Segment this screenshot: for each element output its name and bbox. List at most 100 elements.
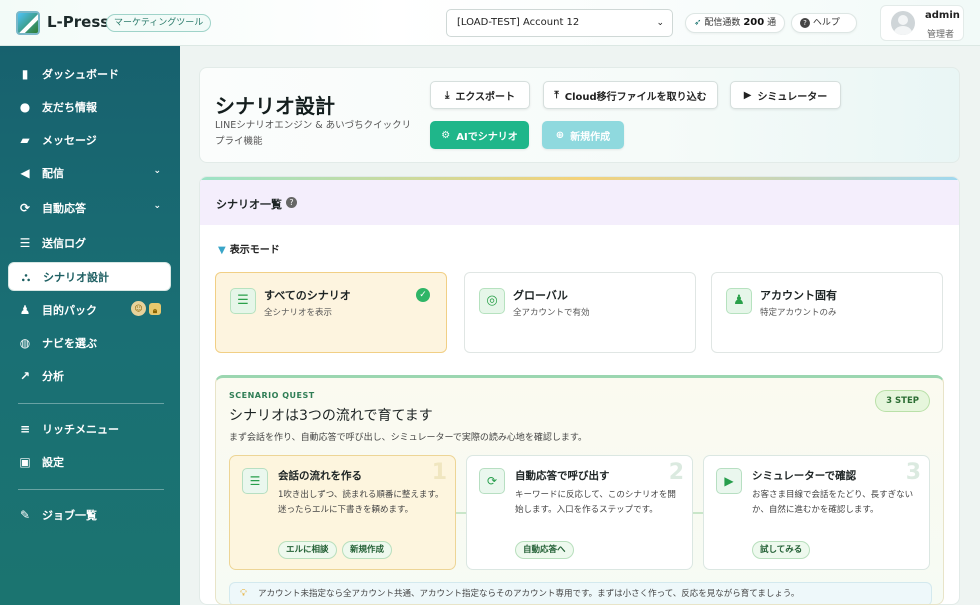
help-label: ヘルプ	[812, 18, 840, 28]
megaphone-icon: ◀	[20, 165, 30, 180]
sidebar-item-rich-menu[interactable]: ≡ リッチメニュー	[8, 414, 171, 443]
mode-desc: 全シナリオを表示	[264, 308, 333, 318]
export-button[interactable]: ⤓ エクスポート	[430, 81, 530, 109]
gear-icon: ⚙	[441, 129, 451, 141]
simulator-button[interactable]: ▶ シミュレーター	[730, 81, 841, 109]
mode-account-specific[interactable]: ♟ アカウント固有 特定アカウントのみ	[711, 272, 943, 353]
send-icon: ➶	[694, 18, 702, 28]
sidebar-item-label: ナビを選ぶ	[42, 336, 97, 350]
sidebar-item-jobs[interactable]: ✎ ジョブ一覧	[8, 500, 171, 529]
new-scenario-chip[interactable]: 新規作成	[342, 541, 393, 559]
sidebar-item-label: シナリオ設計	[43, 270, 109, 284]
sidebar-divider	[18, 403, 164, 404]
sidebar-item-label: 自動応答	[42, 201, 86, 215]
brand-name[interactable]: L-Press	[47, 13, 109, 31]
sidebar-item-label: 設定	[42, 455, 64, 469]
sidebar-item-label: 送信ログ	[42, 236, 86, 250]
sidebar-item-dashboard[interactable]: ▮ ダッシュボード	[8, 59, 171, 88]
user-menu[interactable]: admin 管理者	[880, 5, 964, 41]
new-scenario-button[interactable]: ⊕ 新規作成	[542, 121, 624, 149]
user-icon: ♟	[726, 288, 752, 314]
sync-icon: ⟳	[479, 468, 505, 494]
upload-icon: ⤒	[554, 89, 559, 101]
scenario-quest-panel: SCENARIO QUEST シナリオは3つの流れで育てます まず会話を作り、自…	[215, 375, 944, 605]
sidebar-item-label: ジョブ一覧	[42, 508, 97, 522]
step-title: 自動応答で呼び出す	[515, 470, 610, 482]
page-subtitle: LINEシナリオエンジン & あいづちクイックリプライ機能	[215, 120, 412, 147]
filter-icon: ▼	[218, 245, 226, 256]
sitemap-icon: ⛬	[21, 269, 31, 284]
ai-scenario-button[interactable]: ⚙ AIでシナリオ	[430, 121, 529, 149]
step-card-1: ☰ 会話の流れを作る 1 1吹き出しずつ、読まれる順番に整えます。迷ったらエルに…	[229, 455, 456, 570]
import-cloud-button[interactable]: ⤒ Cloud移行ファイルを取り込む	[543, 81, 718, 109]
user-name: admin	[925, 10, 960, 21]
mode-title: すべてのシナリオ	[264, 289, 351, 302]
try-simulator-button[interactable]: 試してみる	[752, 541, 811, 559]
sidebar-divider	[18, 489, 164, 490]
chat-icon: ▰	[20, 132, 30, 147]
sidebar-item-auto-reply[interactable]: ⟳ 自動応答 ⌄	[8, 193, 171, 222]
play-icon: ▶	[743, 89, 752, 101]
mode-global[interactable]: ◎ グローバル 全アカウントで有効	[464, 272, 696, 353]
top-bar: L-Press マーケティングツール [LOAD-TEST] Account 1…	[0, 0, 980, 46]
play-icon: ▶	[716, 468, 742, 494]
sidebar-item-label: 分析	[42, 369, 64, 383]
quest-title: シナリオは3つの流れで育てます	[229, 408, 433, 424]
sidebar-item-friends[interactable]: ● 友だち情報	[8, 92, 171, 121]
sidebar-item-choose-navi[interactable]: ◍ ナビを選ぶ	[8, 328, 171, 357]
step-title: 会話の流れを作る	[278, 470, 362, 482]
export-label: エクスポート	[455, 91, 516, 103]
sidebar-item-label: 目的パック	[42, 303, 97, 317]
bar-chart-icon: ▮	[21, 66, 29, 81]
sidebar-item-delivery[interactable]: ◀ 配信 ⌄	[8, 158, 171, 187]
question-icon[interactable]: ?	[286, 197, 297, 208]
sidebar-item-label: メッセージ	[42, 133, 97, 147]
display-mode-label: ▼ 表示モード	[218, 241, 280, 256]
delivery-count-badge: ➶ 配信通数 200 通	[685, 13, 786, 33]
account-select-value: [LOAD-TEST] Account 12	[457, 17, 580, 28]
ai-label: AIでシナリオ	[456, 131, 518, 143]
sidebar-item-purpose-pack[interactable]: ♟ 目的パック ☺ 🔒︎	[8, 295, 171, 324]
person-icon: ♟	[19, 302, 31, 317]
mode-all-scenarios[interactable]: ☰ すべてのシナリオ 全シナリオを表示 ✓	[215, 272, 447, 353]
check-icon: ✓	[416, 288, 430, 302]
sidebar-item-scenario-design[interactable]: ⛬ シナリオ設計	[8, 262, 171, 291]
simulator-label: シミュレーター	[757, 91, 828, 103]
help-button[interactable]: ? ヘルプ	[791, 13, 857, 33]
chevron-down-icon: ⌄	[153, 201, 161, 211]
step-title: シミュレーターで確認	[752, 470, 857, 482]
sidebar-item-messages[interactable]: ▰ メッセージ	[8, 125, 171, 154]
new-label: 新規作成	[570, 131, 611, 143]
quest-kicker: SCENARIO QUEST	[229, 391, 315, 400]
users-icon: ●	[19, 99, 31, 114]
scenario-list-header: シナリオ一覧 ?	[200, 177, 959, 225]
tip-banner: 💡︎ アカウント未指定なら全アカウント共通、アカウント指定ならそのアカウント専用…	[229, 582, 932, 604]
pack-badges: ☺ 🔒︎	[131, 301, 161, 316]
delivery-label: 配信通数	[704, 18, 741, 28]
sidebar-item-label: ダッシュボード	[42, 67, 119, 81]
settings-icon: ▣	[19, 454, 31, 469]
chevron-down-icon: ⌄	[656, 18, 664, 28]
step-card-3: ▶ シミュレーターで確認 3 お客さま目線で会話をたどり、長すぎないか、自然に進…	[703, 455, 930, 570]
pen-icon: ✎	[19, 507, 31, 522]
step-number: 2	[668, 460, 684, 485]
download-icon: ⤓	[444, 89, 450, 101]
logo-icon[interactable]	[16, 11, 40, 35]
quest-desc: まず会話を作り、自動応答で呼び出し、シミュレーターで実際の読み心地を確認します。	[229, 433, 588, 443]
sidebar-item-send-log[interactable]: ☰ 送信ログ	[8, 228, 171, 257]
ask-el-button[interactable]: エルに相談	[278, 541, 337, 559]
scenario-list-title: シナリオ一覧	[216, 198, 282, 211]
account-select[interactable]: [LOAD-TEST] Account 12 ⌄	[446, 9, 673, 37]
step-number: 1	[431, 460, 447, 485]
avatar	[891, 11, 915, 35]
go-auto-reply-button[interactable]: 自動応答へ	[515, 541, 574, 559]
sidebar-item-settings[interactable]: ▣ 設定	[8, 447, 171, 476]
sidebar: ▮ ダッシュボード ● 友だち情報 ▰ メッセージ ◀ 配信 ⌄ ⟳ 自動応答 …	[0, 46, 180, 605]
sidebar-item-analytics[interactable]: ↗ 分析	[8, 361, 171, 390]
sidebar-item-label: リッチメニュー	[42, 422, 119, 436]
brand-tag: マーケティングツール	[106, 14, 212, 32]
sidebar-item-label: 配信	[42, 166, 64, 180]
user-role: 管理者	[927, 30, 955, 40]
menu-icon: ≡	[19, 421, 31, 436]
step-desc: お客さま目線で会話をたどり、長すぎないか、自然に進むかを確認します。	[752, 490, 914, 515]
